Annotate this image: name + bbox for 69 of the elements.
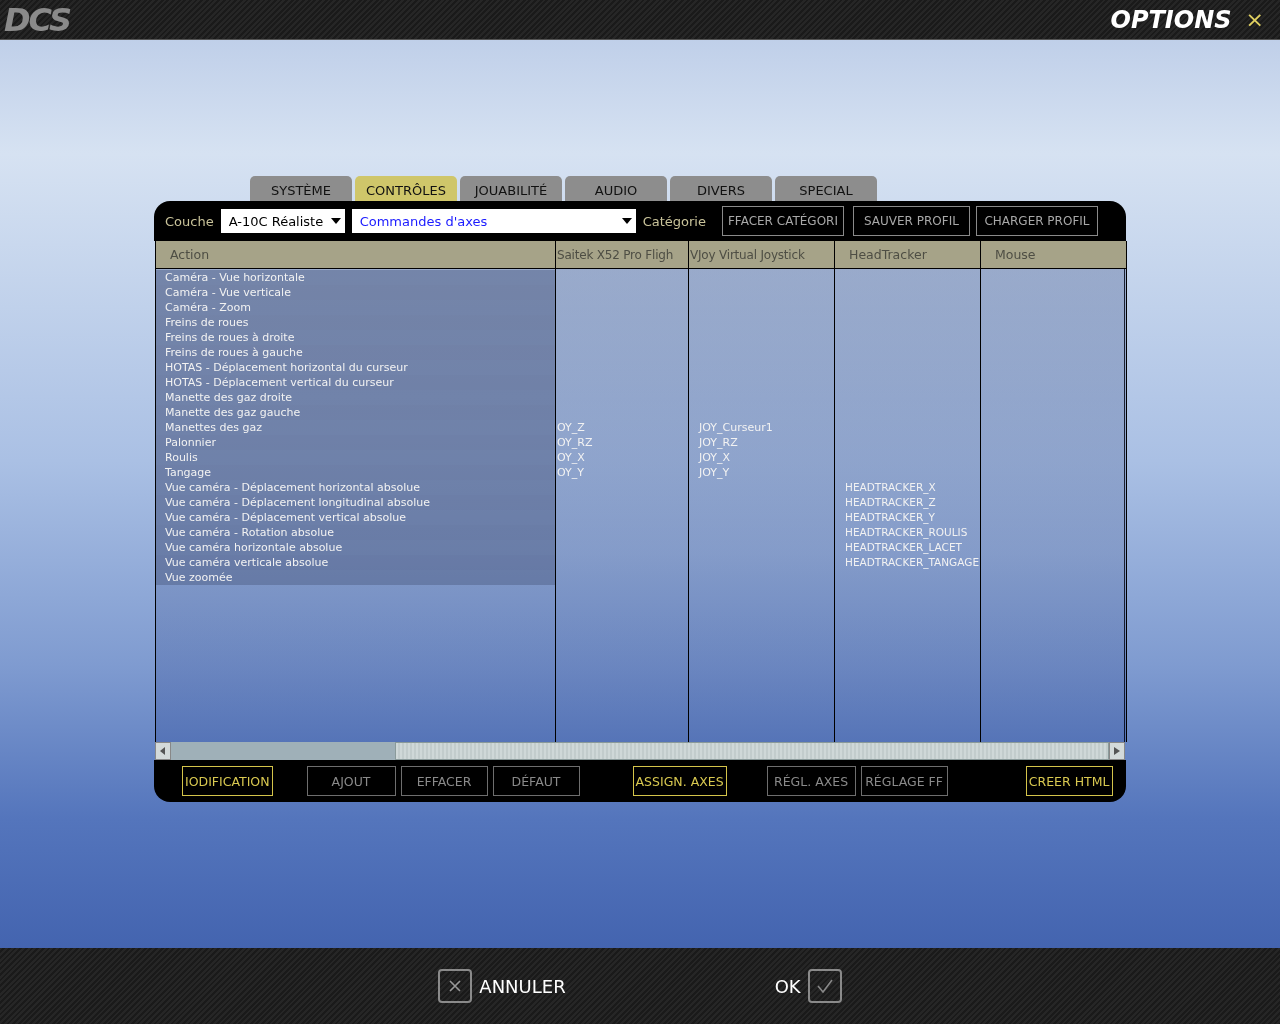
binding-value: JOY_Curseur1 — [699, 421, 773, 434]
action-name: Tangage — [165, 466, 212, 479]
scrollbar-thumb[interactable] — [395, 742, 1109, 760]
action-button[interactable]: IODIFICATION — [182, 766, 273, 796]
binding-value: OY_Y — [557, 466, 584, 479]
column-header[interactable]: Action — [156, 241, 556, 269]
window-title: OPTIONS — [1110, 5, 1232, 34]
action-name: HOTAS - Déplacement vertical du curseur — [165, 376, 394, 389]
category-dropdown[interactable]: Commandes d'axes — [351, 209, 636, 233]
scroll-right-icon[interactable] — [1109, 742, 1125, 760]
action-name: Vue caméra - Rotation absolue — [165, 526, 334, 539]
binding-value: OY_X — [557, 451, 585, 464]
layer-dropdown[interactable]: A-10C Réaliste — [220, 209, 345, 233]
column-header[interactable]: Mouse — [981, 241, 1127, 269]
tab[interactable]: DIVERS — [670, 176, 772, 201]
binding-value: JOY_Y — [699, 466, 730, 479]
toolbar-button[interactable]: CHARGER PROFIL — [975, 206, 1098, 236]
scroll-left-icon[interactable] — [155, 742, 171, 760]
action-name: Vue caméra horizontale absolue — [165, 541, 343, 554]
binding-value: JOY_RZ — [699, 436, 738, 449]
ok-button[interactable]: OK — [774, 969, 842, 1003]
binding-value: HEADTRACKER_TANGAGE — [845, 556, 980, 568]
close-button[interactable]: × — [1245, 7, 1264, 32]
action-name: Freins de roues — [165, 316, 249, 329]
check-icon — [807, 969, 842, 1003]
binding-value: HEADTRACKER_ROULIS — [845, 526, 968, 538]
tab[interactable]: JOUABILITÉ — [460, 176, 562, 201]
action-name: Freins de roues à droite — [165, 331, 295, 344]
action-name: Roulis — [165, 451, 198, 464]
column-header[interactable]: HeadTracker — [835, 241, 981, 269]
binding-value: HEADTRACKER_LACET — [845, 541, 962, 553]
toolbar-button[interactable]: FFACER CATÉGORI — [721, 206, 844, 236]
cancel-button[interactable]: ANNULER — [438, 969, 566, 1003]
binding-value: JOY_X — [699, 451, 731, 464]
binding-value: HEADTRACKER_Y — [845, 511, 935, 523]
action-name: Palonnier — [165, 436, 216, 449]
binding-value: OY_Z — [557, 421, 585, 434]
action-name: Caméra - Zoom — [165, 301, 251, 314]
binding-value: OY_RZ — [557, 436, 593, 449]
action-name: Vue caméra - Déplacement horizontal absolue — [165, 481, 420, 494]
horizontal-scrollbar[interactable] — [155, 742, 1125, 760]
tab[interactable]: AUDIO — [565, 176, 667, 201]
close-icon — [438, 969, 473, 1003]
binding-value: HEADTRACKER_Z — [845, 496, 936, 508]
action-button[interactable]: CREER HTML — [1025, 766, 1113, 796]
action-name: Vue zoomée — [165, 571, 233, 584]
column-header[interactable]: Saitek X52 Pro Fligh — [556, 241, 689, 269]
action-name: Vue caméra verticale absolue — [165, 556, 329, 569]
action-name: Caméra - Vue horizontale — [165, 271, 305, 284]
column-header[interactable]: VJoy Virtual Joystick — [689, 241, 835, 269]
action-name: HOTAS - Déplacement horizontal du curseur — [165, 361, 408, 374]
action-name: Manette des gaz droite — [165, 391, 292, 404]
action-name: Freins de roues à gauche — [165, 346, 303, 359]
caret-icon — [621, 218, 632, 224]
action-name: Manette des gaz gauche — [165, 406, 301, 419]
action-button[interactable]: ASSIGN. AXES — [632, 766, 727, 796]
layer-label: Couche — [165, 213, 214, 229]
category-label: Catégorie — [642, 213, 706, 229]
action-name: Manettes des gaz — [165, 421, 263, 434]
action-name: Caméra - Vue verticale — [165, 286, 291, 299]
tab[interactable]: SYSTÈME — [250, 176, 352, 201]
tab[interactable]: CONTRÔLES — [355, 176, 457, 201]
binding-value: HEADTRACKER_X — [845, 481, 936, 493]
caret-icon — [330, 218, 341, 224]
action-name: Vue caméra - Déplacement vertical absolue — [165, 511, 407, 524]
action-name: Vue caméra - Déplacement longitudinal absolue — [165, 496, 430, 509]
tab[interactable]: SPECIAL — [775, 176, 877, 201]
logo: DCS — [4, 0, 70, 39]
toolbar-button[interactable]: SAUVER PROFIL — [852, 206, 970, 236]
